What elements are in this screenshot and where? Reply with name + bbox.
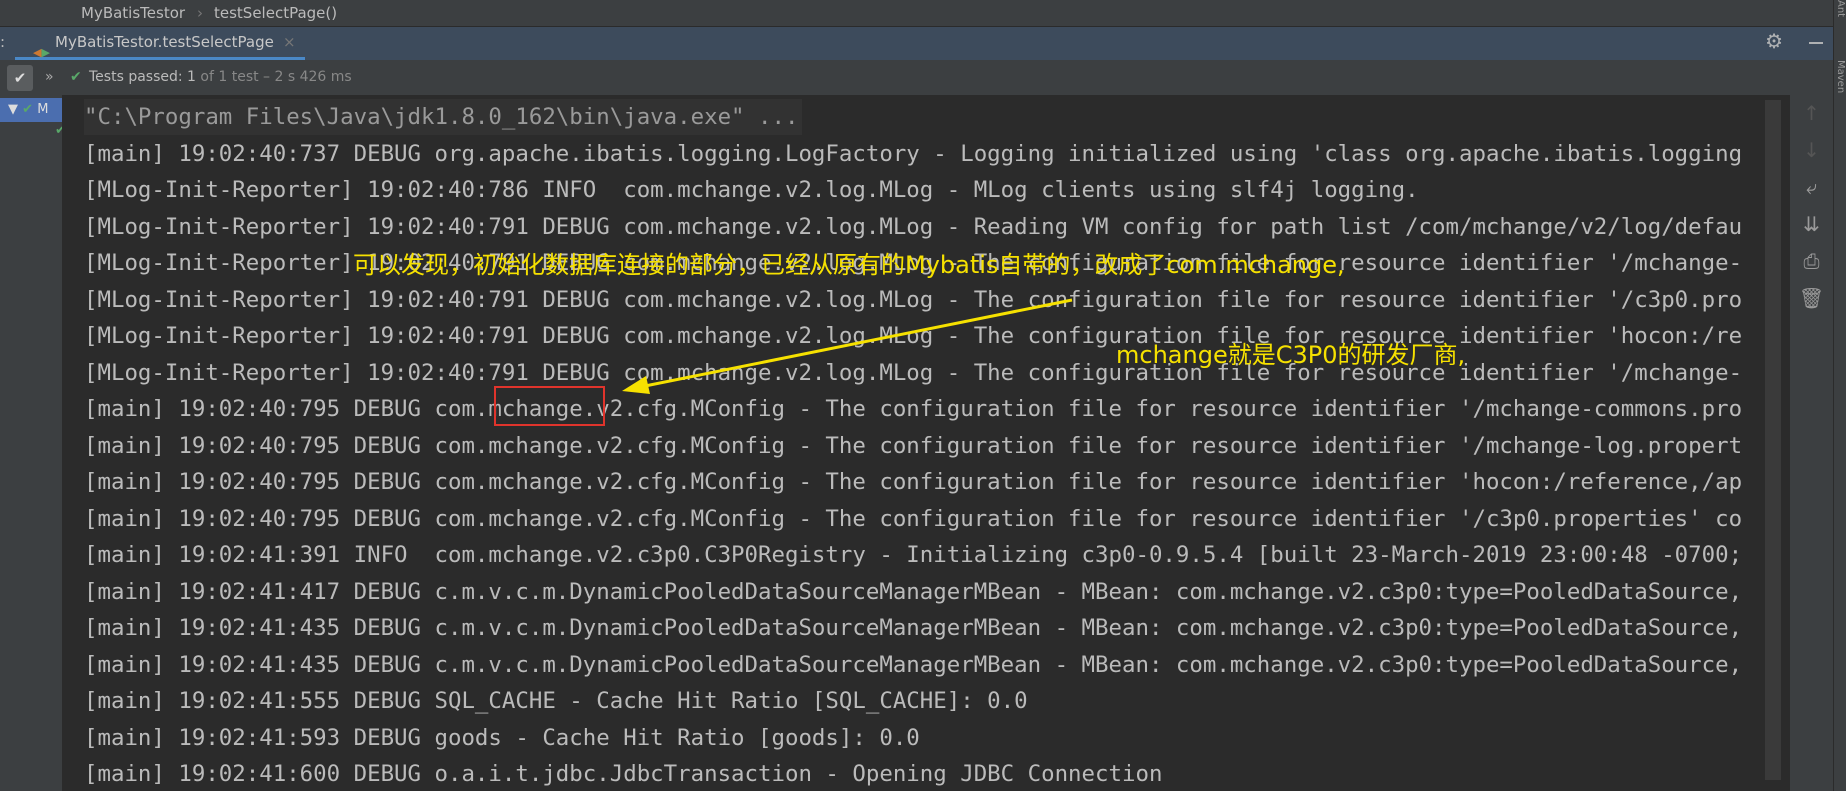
annotation-arrow bbox=[622, 298, 1073, 394]
